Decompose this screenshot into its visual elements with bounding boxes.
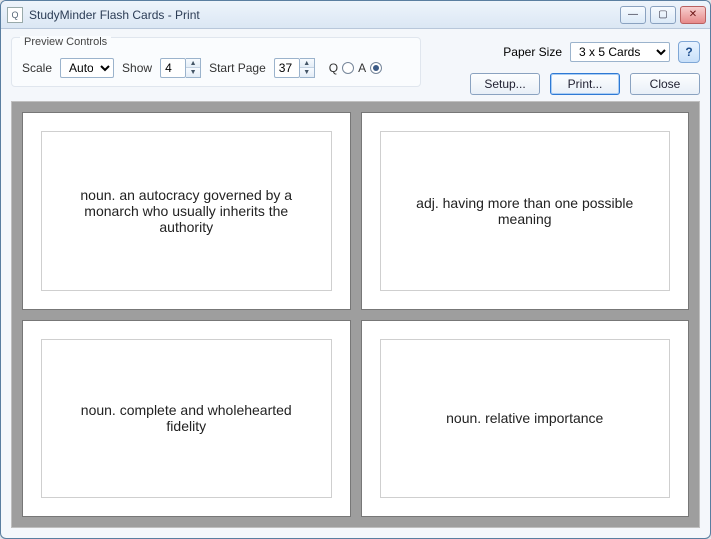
show-spin-buttons[interactable]: ▲ ▼ — [186, 58, 201, 78]
paper-size-label: Paper Size — [503, 45, 562, 59]
preview-controls-group: Preview Controls Scale Auto Show ▲ ▼ — [11, 37, 421, 87]
close-button-label: Close — [650, 77, 681, 91]
chevron-up-icon[interactable]: ▲ — [300, 59, 314, 68]
help-button[interactable]: ? — [678, 41, 700, 63]
chevron-up-icon[interactable]: ▲ — [186, 59, 200, 68]
content-area: Preview Controls Scale Auto Show ▲ ▼ — [1, 29, 710, 538]
show-spinner[interactable]: ▲ ▼ — [160, 58, 201, 78]
titlebar: Q StudyMinder Flash Cards - Print — ▢ ✕ — [1, 1, 710, 29]
start-page-spinner[interactable]: ▲ ▼ — [274, 58, 315, 78]
right-controls: Paper Size 3 x 5 Cards ? Setup... Print.… — [470, 37, 700, 95]
show-label: Show — [122, 61, 152, 75]
flash-card: adj. having more than one possible meani… — [361, 112, 690, 310]
chevron-down-icon[interactable]: ▼ — [300, 68, 314, 77]
a-radio[interactable] — [370, 62, 382, 74]
paper-size-row: Paper Size 3 x 5 Cards ? — [503, 41, 700, 63]
preview-controls-line: Scale Auto Show ▲ ▼ Start Page — [22, 58, 410, 78]
app-icon: Q — [7, 7, 23, 23]
close-window-button[interactable]: ✕ — [680, 6, 706, 24]
flash-card: noun. relative importance — [361, 320, 690, 518]
action-button-row: Setup... Print... Close — [470, 73, 700, 95]
print-button-label: Print... — [568, 77, 603, 91]
flash-card-text: adj. having more than one possible meani… — [380, 131, 671, 291]
preview-controls-legend: Preview Controls — [20, 36, 111, 48]
close-button[interactable]: Close — [630, 73, 700, 95]
flash-card-text: noun. complete and wholehearted fidelity — [41, 339, 332, 499]
preview-area: noun. an autocracy governed by a monarch… — [11, 101, 700, 528]
scale-label: Scale — [22, 61, 52, 75]
print-button[interactable]: Print... — [550, 73, 620, 95]
minimize-button[interactable]: — — [620, 6, 646, 24]
flash-card: noun. complete and wholehearted fidelity — [22, 320, 351, 518]
setup-button-label: Setup... — [484, 77, 525, 91]
help-icon: ? — [685, 45, 692, 59]
start-page-spin-buttons[interactable]: ▲ ▼ — [300, 58, 315, 78]
app-window: Q StudyMinder Flash Cards - Print — ▢ ✕ … — [0, 0, 711, 539]
setup-button[interactable]: Setup... — [470, 73, 540, 95]
flash-card-text: noun. relative importance — [380, 339, 671, 499]
qa-radio-group: Q A — [329, 61, 382, 75]
chevron-down-icon[interactable]: ▼ — [186, 68, 200, 77]
window-title: StudyMinder Flash Cards - Print — [29, 8, 620, 22]
scale-select[interactable]: Auto — [60, 58, 114, 78]
q-radio-label: Q — [329, 61, 338, 75]
start-page-input[interactable] — [274, 58, 300, 78]
toolbar-row: Preview Controls Scale Auto Show ▲ ▼ — [11, 37, 700, 95]
flash-card: noun. an autocracy governed by a monarch… — [22, 112, 351, 310]
paper-size-select[interactable]: 3 x 5 Cards — [570, 42, 670, 62]
a-radio-label: A — [358, 61, 366, 75]
start-page-label: Start Page — [209, 61, 266, 75]
maximize-button[interactable]: ▢ — [650, 6, 676, 24]
flash-card-text: noun. an autocracy governed by a monarch… — [41, 131, 332, 291]
window-buttons: — ▢ ✕ — [620, 6, 706, 24]
show-input[interactable] — [160, 58, 186, 78]
q-radio[interactable] — [342, 62, 354, 74]
